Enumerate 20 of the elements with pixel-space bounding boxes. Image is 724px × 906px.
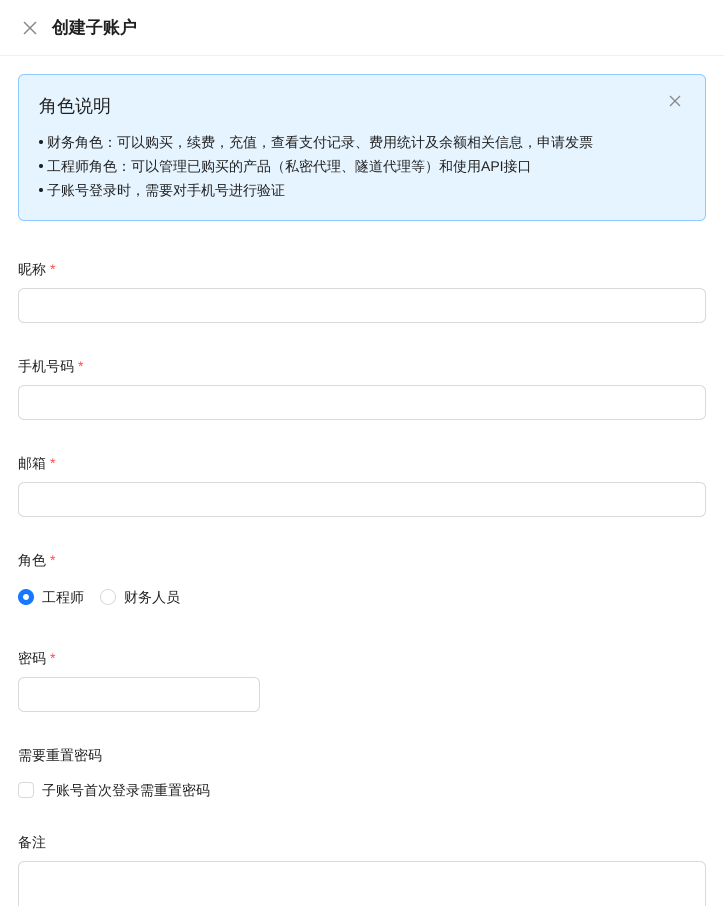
alert-item: 财务角色：可以购买，续费，充值，查看支付记录、费用统计及余额相关信息，申请发票 xyxy=(47,132,593,152)
required-mark: * xyxy=(78,356,84,376)
required-mark: * xyxy=(50,260,56,278)
field-label: 昵称 xyxy=(18,260,46,278)
field-label: 角色 xyxy=(18,550,46,570)
dialog-title: 创建子账户 xyxy=(52,16,137,39)
field-label: 邮箱 xyxy=(18,454,46,472)
alert-item: 子账号登录时，需要对手机号进行验证 xyxy=(47,180,285,200)
radio-label: 工程师 xyxy=(42,588,84,606)
checkbox-label: 子账号首次登录需重置密码 xyxy=(42,780,210,800)
required-mark: * xyxy=(50,550,56,570)
required-mark: * xyxy=(50,648,56,668)
field-label: 密码 xyxy=(18,648,46,668)
field-label: 备注 xyxy=(18,832,46,852)
alert-item: 工程师角色：可以管理已购买的产品（私密代理、隧道代理等）和使用API接口 xyxy=(47,156,532,176)
field-label: 需要重置密码 xyxy=(18,746,102,764)
radio-label: 财务人员 xyxy=(124,588,180,606)
required-mark: * xyxy=(50,454,56,472)
alert-title: 角色说明 xyxy=(39,95,111,118)
field-label: 手机号码 xyxy=(18,356,74,376)
